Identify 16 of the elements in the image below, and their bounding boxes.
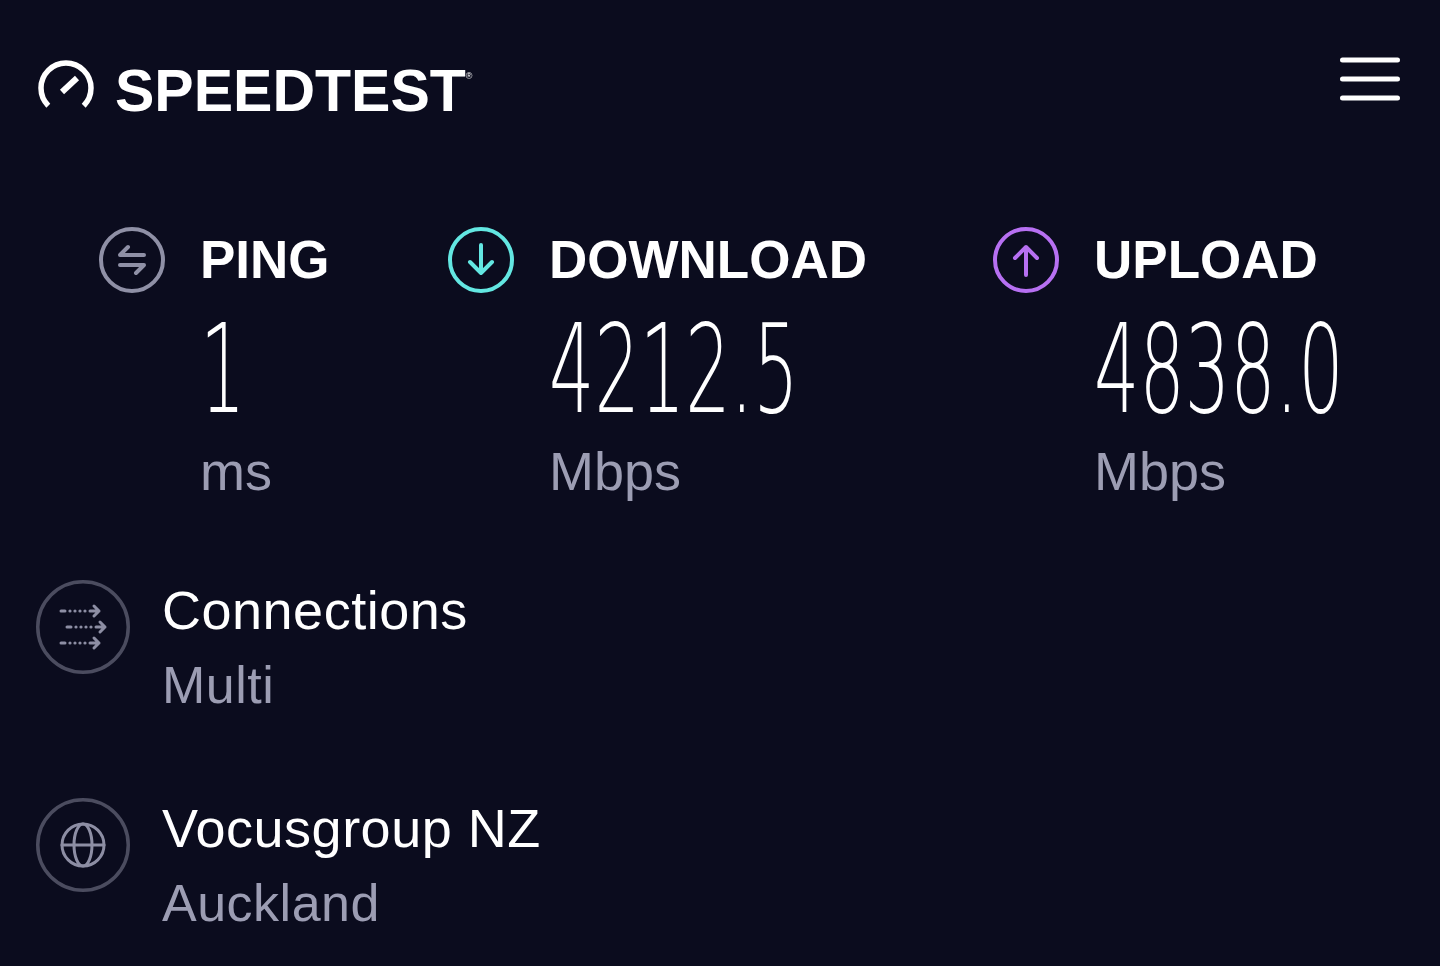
metric-label: UPLOAD bbox=[1094, 229, 1318, 291]
detail-title: Connections bbox=[162, 580, 468, 640]
globe-icon bbox=[36, 798, 130, 892]
menu-icon bbox=[1340, 57, 1400, 101]
gauge-icon bbox=[37, 60, 95, 108]
metric-value: 4838.0 bbox=[1094, 308, 1344, 431]
dotted-arrows-icon bbox=[36, 580, 130, 674]
unit-label: ms bbox=[200, 444, 272, 498]
detail-title: Vocusgroup NZ bbox=[162, 798, 541, 858]
metric-label: PING bbox=[200, 229, 330, 291]
metric-value: 1 bbox=[200, 308, 246, 431]
metric-value: 4212.5 bbox=[549, 308, 799, 431]
logo-wordmark: SPEEDTEST$^{®}$ bbox=[115, 57, 473, 121]
detail-value: Multi bbox=[162, 655, 275, 715]
metric-label: DOWNLOAD bbox=[549, 229, 867, 291]
detail-value: Auckland bbox=[162, 873, 380, 933]
